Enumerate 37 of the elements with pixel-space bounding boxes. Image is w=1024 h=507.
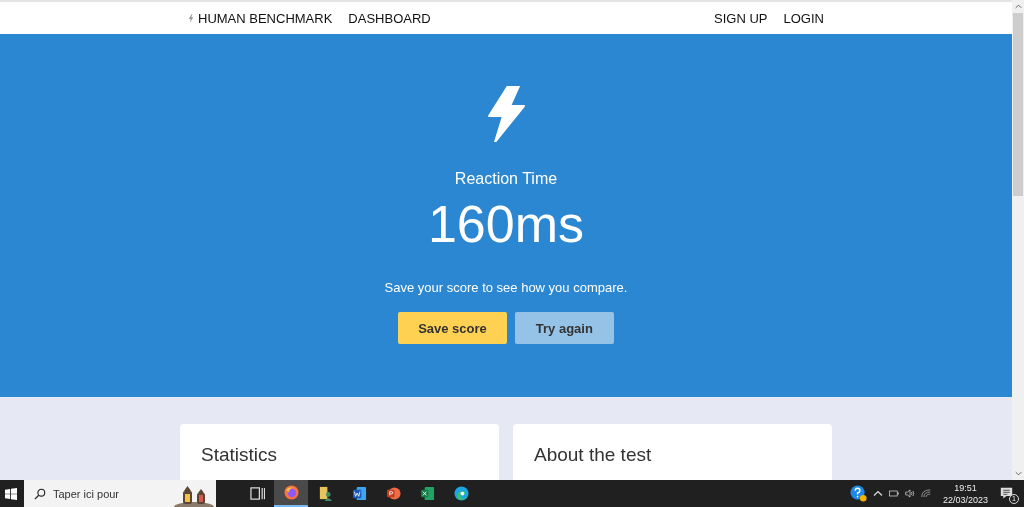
scroll-thumb[interactable] — [1013, 13, 1023, 196]
test-title: Reaction Time — [454, 170, 558, 188]
task-view-icon — [249, 486, 265, 501]
battery-icon[interactable] — [888, 489, 899, 498]
brand-link[interactable]: HUMAN BENCHMARK — [180, 10, 333, 26]
word-document-icon — [351, 486, 367, 501]
search-input[interactable]: Taper ici pour — [53, 487, 163, 500]
start-icon — [5, 487, 17, 500]
lightning-icon — [486, 86, 526, 142]
clock-time: 19:51 — [954, 481, 977, 494]
card-title: Statistics — [200, 443, 279, 466]
nav-link[interactable]: DASHBOARD — [348, 10, 431, 26]
taskbar-app-button[interactable] — [274, 480, 308, 507]
spreadsheet-icon — [419, 486, 435, 501]
chevron-up-icon[interactable] — [872, 489, 883, 498]
retry-button[interactable]: Try again — [514, 312, 614, 344]
score-message: Save your score to see how you compare. — [384, 280, 628, 295]
save-button[interactable]: Save score — [398, 312, 507, 344]
lantern-drawing — [174, 483, 214, 507]
clock-date: 22/03/2023 — [942, 493, 988, 506]
browser-icon — [453, 486, 469, 501]
wifi-icon[interactable] — [920, 489, 931, 498]
nav-link[interactable]: LOGIN — [783, 10, 824, 26]
nav-link[interactable]: SIGN UP — [714, 10, 768, 26]
browser-icon — [283, 485, 299, 500]
presentation-icon — [385, 486, 401, 501]
lightning-icon — [188, 13, 194, 23]
notification-icon — [1000, 487, 1013, 500]
card-title: About the test — [533, 443, 653, 466]
volume-icon[interactable] — [904, 489, 915, 498]
help-icon[interactable] — [849, 485, 867, 502]
scrollbar[interactable] — [1012, 0, 1024, 480]
search-icon — [34, 487, 46, 500]
user-folder-icon — [317, 486, 333, 501]
system-clock[interactable]: 19:51 22/03/2023 — [942, 481, 988, 506]
taskbar-search-field[interactable]: Taper ici pour — [24, 480, 216, 507]
score-value: 160ms — [427, 194, 585, 254]
